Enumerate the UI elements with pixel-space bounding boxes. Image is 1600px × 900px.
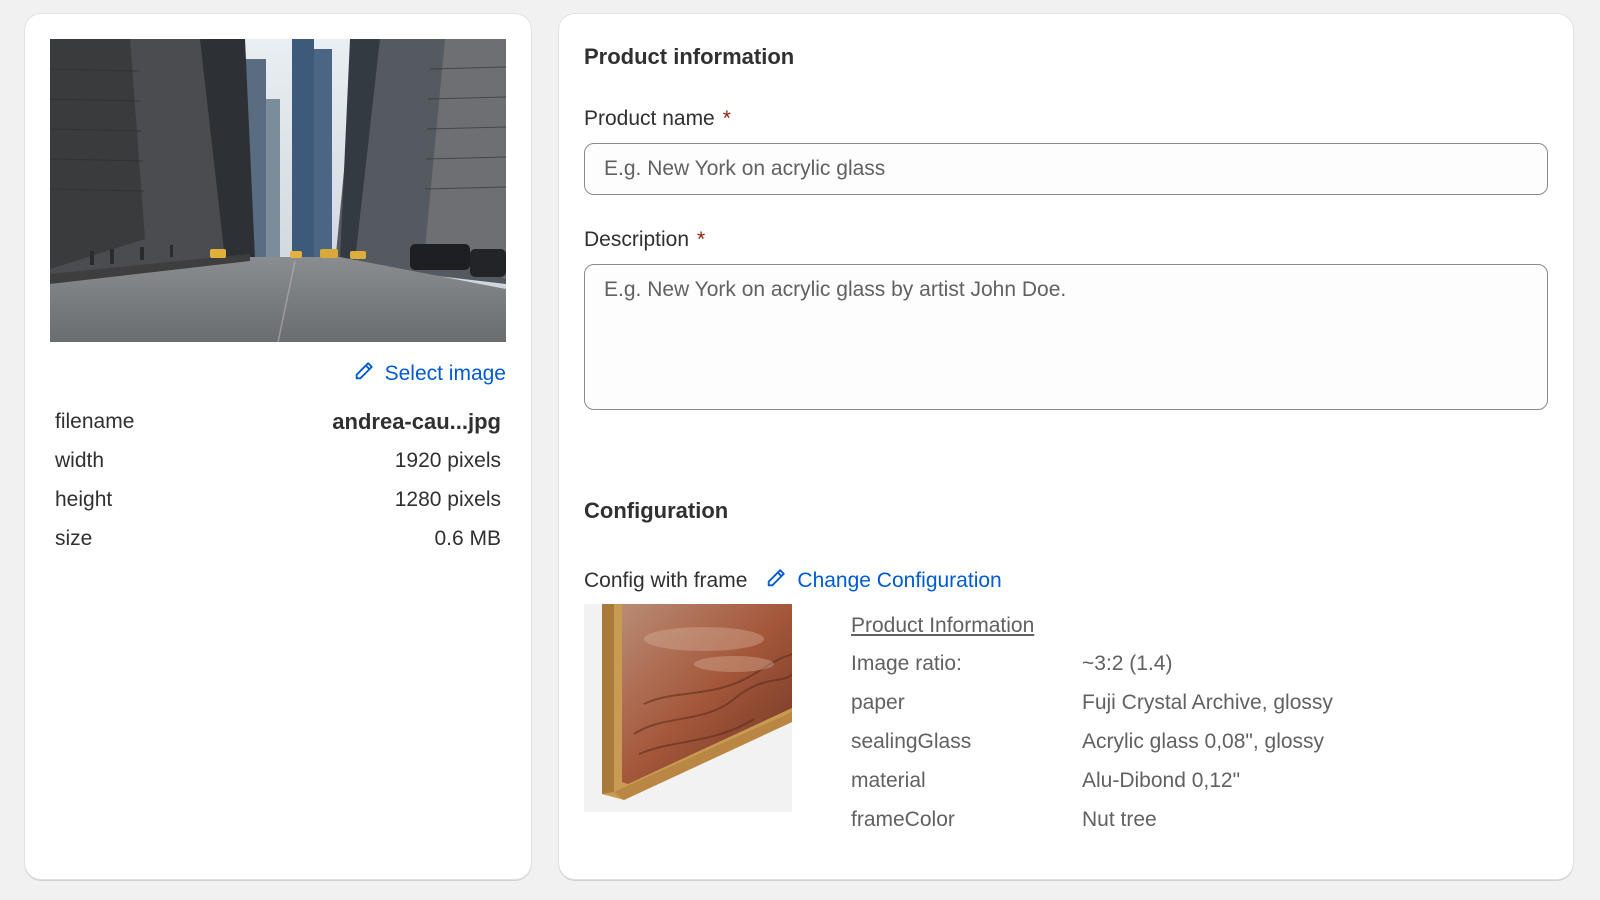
spec-row-material: material Alu-Dibond 0,12" [851, 769, 1240, 793]
configuration-title: Configuration [584, 498, 729, 523]
spec-value: ~3:2 (1.4) [1082, 652, 1173, 675]
spec-key: material [851, 769, 926, 792]
product-name-label-text: Product name [584, 107, 715, 130]
config-name: Config with frame [584, 569, 748, 592]
meta-value: 1280 pixels [394, 487, 501, 511]
meta-key: width [55, 448, 105, 472]
description-textarea[interactable] [584, 264, 1548, 410]
frame-preview-image [584, 604, 792, 812]
spec-value: Alu-Dibond 0,12" [1082, 769, 1241, 792]
spec-key: Image ratio: [851, 652, 962, 675]
image-metadata: filename andrea-cau...jpg width 1920 pix… [55, 402, 501, 558]
product-name-input[interactable] [584, 143, 1548, 195]
pencil-icon [765, 567, 787, 595]
required-mark: * [722, 107, 731, 130]
product-form-card: Product information Product name * Descri… [559, 14, 1573, 880]
description-label-text: Description [584, 228, 690, 251]
meta-row-height: height 1280 pixels [55, 480, 501, 519]
meta-value: andrea-cau...jpg [332, 408, 501, 434]
spec-key: frameColor [851, 808, 955, 831]
select-image-label: Select image [384, 362, 506, 385]
required-mark: * [697, 228, 706, 251]
meta-value: 1920 pixels [394, 448, 501, 472]
change-configuration-label: Change Configuration [797, 569, 1002, 592]
meta-row-filename: filename andrea-cau...jpg [55, 402, 501, 441]
city-street-photo [50, 39, 506, 342]
spec-value: Acrylic glass 0,08", glossy [1082, 730, 1325, 753]
config-row: Config with frame Change Configuration [584, 567, 1002, 595]
meta-row-size: size 0.6 MB [55, 519, 501, 558]
meta-key: size [55, 526, 93, 550]
change-configuration-button[interactable]: Change Configuration [765, 567, 1002, 595]
spec-row-image-ratio: Image ratio: ~3:2 (1.4) [851, 652, 1172, 676]
meta-value: 0.6 MB [434, 526, 501, 550]
meta-key: filename [55, 409, 135, 433]
product-information-link[interactable]: Product Information [851, 614, 1034, 638]
spec-row-paper: paper Fuji Crystal Archive, glossy [851, 691, 1333, 715]
image-card: Select image filename andrea-cau...jpg w… [25, 14, 531, 880]
spec-value: Nut tree [1082, 808, 1157, 831]
description-label: Description * [584, 228, 705, 252]
framed-print-photo [584, 604, 792, 812]
spec-key: sealingGlass [851, 730, 972, 753]
product-image [50, 39, 506, 342]
pencil-icon [353, 360, 375, 388]
spec-row-frame-color: frameColor Nut tree [851, 808, 1157, 832]
spec-value: Fuji Crystal Archive, glossy [1082, 691, 1333, 714]
product-information-title: Product information [584, 44, 795, 69]
spec-key: paper [851, 691, 905, 714]
product-name-label: Product name * [584, 107, 731, 131]
spec-row-sealing-glass: sealingGlass Acrylic glass 0,08", glossy [851, 730, 1324, 754]
meta-key: height [55, 487, 113, 511]
select-image-button[interactable]: Select image [353, 360, 506, 388]
meta-row-width: width 1920 pixels [55, 441, 501, 480]
